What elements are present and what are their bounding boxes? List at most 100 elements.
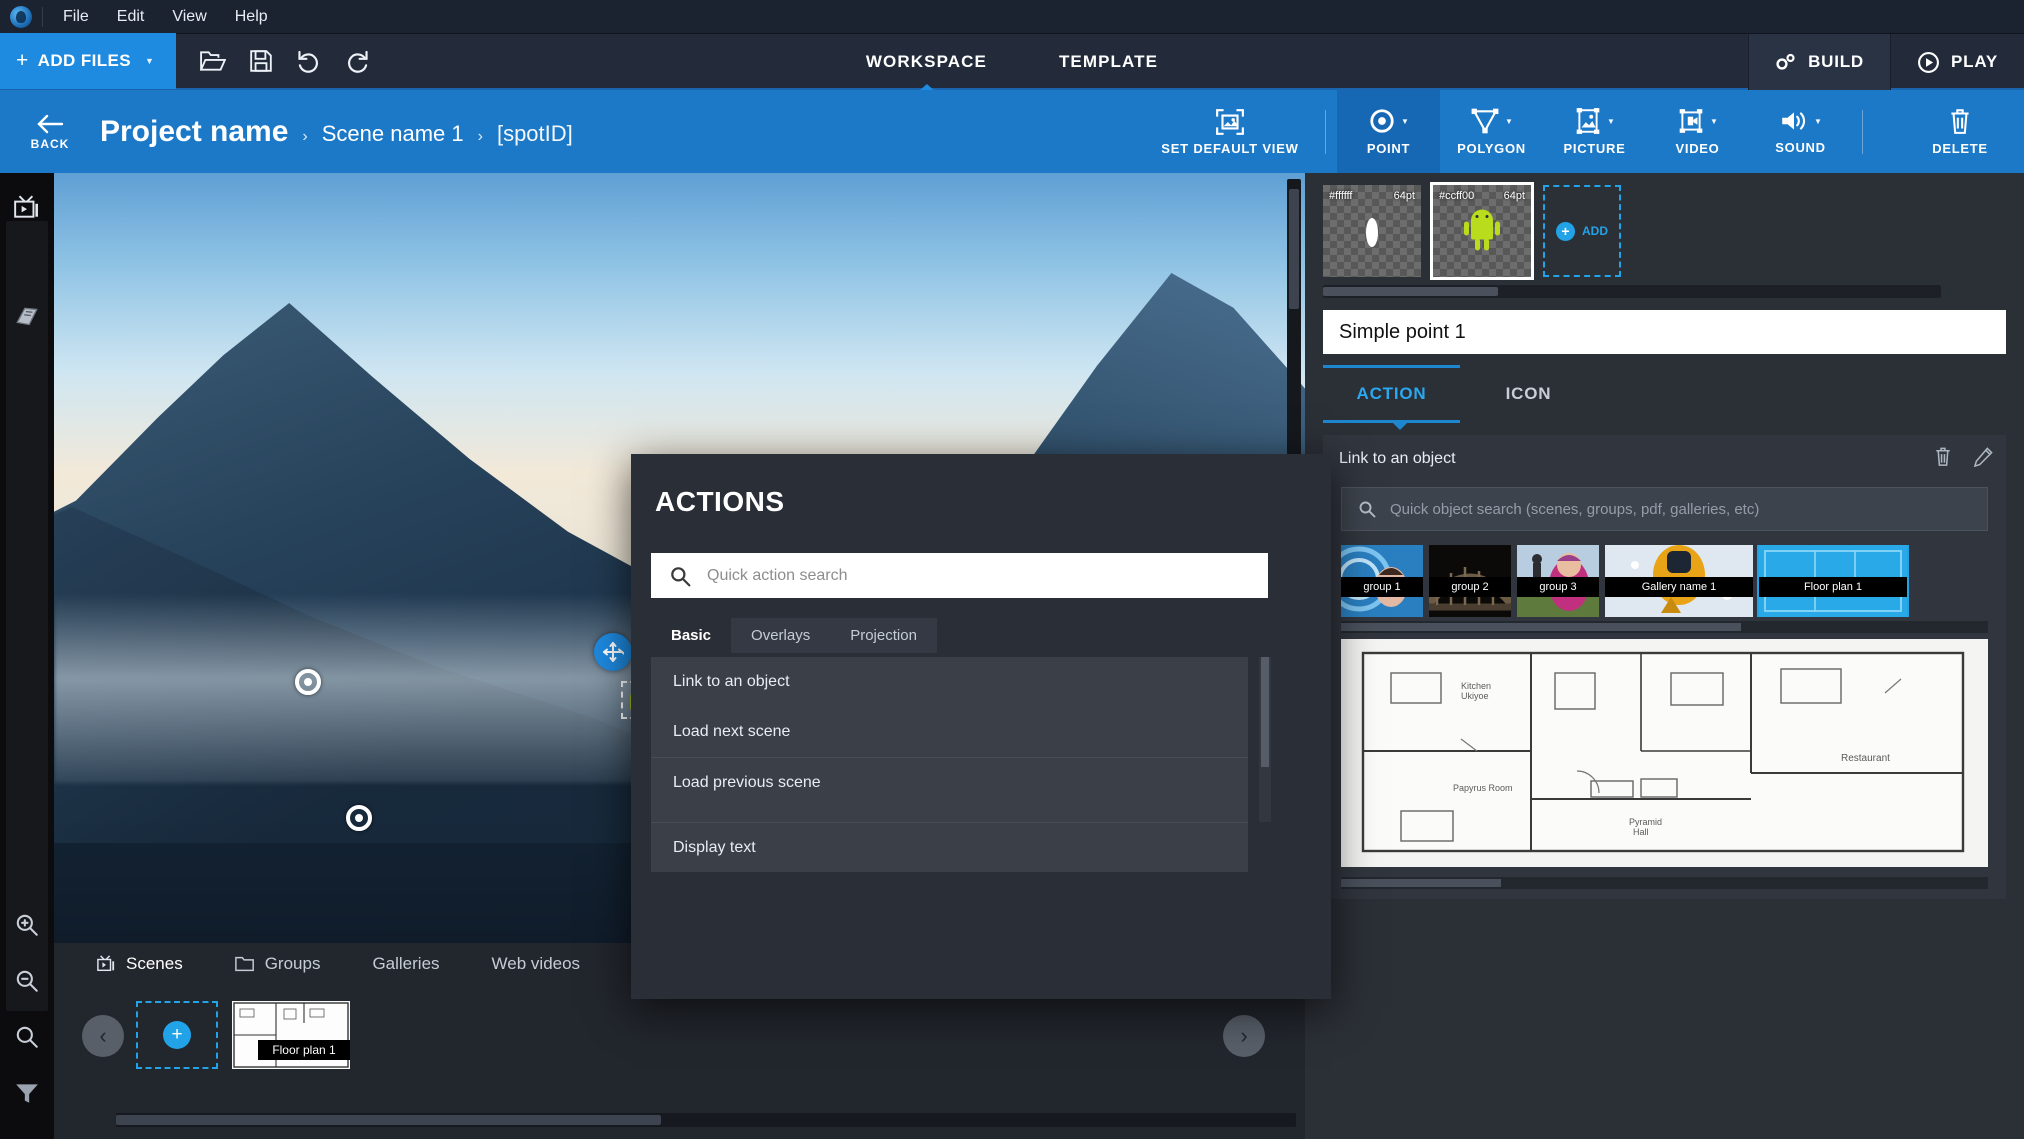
tool-picture[interactable]: ▼ PICTURE [1543,90,1646,173]
scene-thumb-label: Floor plan 1 [258,1040,350,1060]
tab-web-videos[interactable]: Web videos [470,943,603,985]
filmstrip-next-button[interactable]: › [1223,1015,1265,1057]
floor-plan-preview-panel[interactable]: Kitchen Ukiyoe Restaurant Papyrus Room P… [1341,639,1988,867]
icon-strip-scrollbar[interactable] [1323,285,1941,298]
chevron-down-icon: ▼ [1401,116,1409,126]
object-grid-scrollbar[interactable] [1341,621,1988,633]
object-thumb-label: Floor plan 1 [1759,577,1907,597]
object-thumb-floor-plan-1[interactable]: Floor plan 1 [1757,545,1909,617]
folder-icon [234,956,254,972]
search-icon [1359,501,1376,518]
app-logo-icon [0,0,42,34]
tool-video-label: VIDEO [1675,141,1720,156]
tab-projection[interactable]: Projection [830,618,937,653]
svg-text:Hall: Hall [1633,827,1649,837]
svg-text:Restaurant: Restaurant [1841,753,1890,764]
svg-text:Ukiyoe: Ukiyoe [1461,691,1489,701]
object-name-input[interactable]: Simple point 1 [1323,310,2006,354]
build-button[interactable]: BUILD [1748,34,1891,90]
menu-bar: File Edit View Help [0,0,2024,34]
header-divider-2 [1862,110,1863,154]
tool-point[interactable]: ▼ POINT [1337,90,1440,173]
tab-action[interactable]: ACTION [1323,365,1460,423]
icon-card-size: 64pt [1503,190,1525,202]
scenes-tv-icon [14,195,38,218]
rail-book-icon[interactable] [0,289,54,345]
breadcrumb-scene[interactable]: Scene name 1 [322,121,464,147]
tool-video[interactable]: ▼ VIDEO [1646,90,1749,173]
action-title: Link to an object [1339,450,1456,467]
filmstrip-horizontal-scrollbar[interactable] [116,1113,1296,1127]
zoom-out-icon[interactable] [0,953,54,1009]
add-scene-button[interactable]: + [136,1001,218,1069]
open-folder-icon[interactable] [192,40,234,82]
plus-icon: + [1556,221,1575,241]
chevron-down-icon: ▼ [1814,116,1822,126]
edit-action-icon[interactable] [1973,446,1994,472]
delete-action-icon[interactable] [1933,446,1953,472]
svg-text:Pyramid: Pyramid [1629,817,1662,827]
action-item-link-to-an-object[interactable]: Link to an object [651,657,1248,707]
action-item-display-text[interactable]: Display text [651,822,1248,872]
add-files-label: ADD FILES [37,51,131,70]
icon-card-android[interactable]: #ccff00 64pt [1430,182,1534,280]
tab-overlays[interactable]: Overlays [731,618,831,653]
tab-template[interactable]: TEMPLATE [1023,34,1194,90]
set-default-view-label: SET DEFAULT VIEW [1161,140,1299,156]
tool-point-label: POINT [1366,141,1411,156]
menu-file[interactable]: File [49,2,103,32]
redo-icon[interactable] [336,40,378,82]
tab-basic[interactable]: Basic [651,618,731,653]
floor-plan-scrollbar[interactable] [1341,877,1988,889]
tool-delete[interactable]: DELETE [1910,90,2010,173]
rail-bottom-group [0,897,54,1121]
tab-workspace[interactable]: WORKSPACE [830,34,1023,90]
save-disk-icon[interactable] [240,40,282,82]
hotspot-2[interactable] [295,669,321,695]
icon-card-size: 64pt [1393,190,1415,202]
tab-groups[interactable]: Groups [213,943,343,985]
filter-icon[interactable] [0,1065,54,1121]
tab-icon[interactable]: ICON [1460,365,1597,423]
action-item-load-next-scene[interactable]: Load next scene [651,707,1248,757]
scene-thumbnail-floor-plan-1[interactable]: Floor plan 1 [232,1001,350,1069]
set-default-view-button[interactable]: SET DEFAULT VIEW [1135,90,1325,173]
add-icon-button[interactable]: + ADD [1543,185,1621,277]
icon-card-white[interactable]: #ffffff 64pt [1323,185,1421,277]
point-icon [1370,109,1394,133]
action-card: Link to an object Quick object search (s… [1323,435,2006,899]
hotspot-3[interactable] [346,805,372,831]
action-list-scrollbar[interactable] [1259,657,1271,822]
tool-polygon[interactable]: ▼ POLYGON [1440,90,1543,173]
breadcrumb-project[interactable]: Project name [100,115,288,149]
play-button[interactable]: PLAY [1890,34,2024,90]
menu-view[interactable]: View [158,2,220,32]
object-thumb-label: group 1 [1341,577,1423,597]
zoom-in-icon[interactable] [0,897,54,953]
tab-galleries[interactable]: Galleries [350,943,461,985]
back-button[interactable]: BACK [0,90,100,173]
undo-icon[interactable] [288,40,330,82]
zoom-reset-icon[interactable] [0,1009,54,1065]
actions-dialog: ACTIONS Quick action search Basic Overla… [631,454,1331,999]
move-handle[interactable] [594,633,632,671]
add-icon-label: ADD [1582,224,1608,238]
tool-sound[interactable]: ▼ SOUND [1749,90,1852,173]
menu-help[interactable]: Help [221,2,282,32]
icon-card-hex: #ccff00 [1439,190,1475,202]
object-thumb-gallery-1[interactable]: Gallery name 1 [1605,545,1753,617]
object-search-input[interactable]: Quick object search (scenes, groups, pdf… [1341,487,1988,531]
object-thumb-group-2[interactable]: group 2 [1429,545,1511,617]
action-item-load-previous-scene[interactable]: Load previous scene [651,757,1248,807]
object-thumb-group-3[interactable]: group 3 [1517,545,1599,617]
breadcrumb-spot[interactable]: [spotID] [497,121,573,147]
toolbar-right-group: BUILD PLAY [1748,34,2024,90]
tab-scenes[interactable]: Scenes [74,943,205,985]
icon-variants-strip: #ffffff 64pt #ccff00 64pt + ADD [1305,173,2024,293]
filmstrip-prev-button[interactable]: ‹ [82,1015,124,1057]
action-search-input[interactable]: Quick action search [651,553,1268,598]
play-label: PLAY [1951,52,1998,71]
object-thumb-group-1[interactable]: group 1 [1341,545,1423,617]
add-files-button[interactable]: + ADD FILES ▼ [0,33,177,89]
menu-edit[interactable]: Edit [103,2,159,32]
